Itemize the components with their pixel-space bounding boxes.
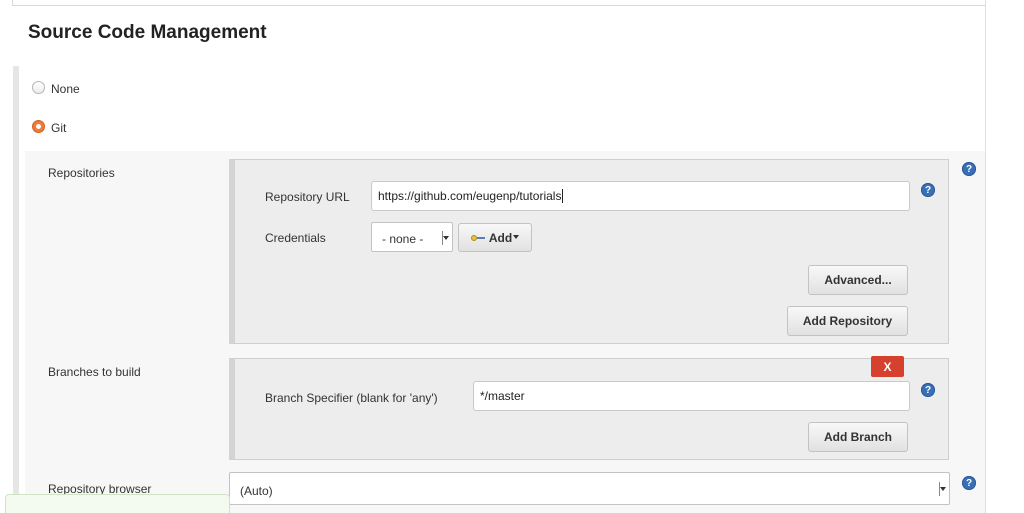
radio-git-icon[interactable] [32, 119, 45, 133]
repository-url-label: Repository URL [265, 190, 350, 204]
radio-none-icon[interactable] [32, 80, 45, 94]
repositories-help-icon[interactable]: ? [962, 162, 976, 176]
add-repository-button[interactable]: Add Repository [787, 306, 908, 336]
scm-option-none[interactable]: None [32, 78, 80, 96]
branch-specifier-help-icon[interactable]: ? [921, 383, 935, 397]
branch-specifier-input[interactable]: */master [473, 381, 910, 411]
repositories-label: Repositories [48, 166, 115, 180]
add-credentials-button[interactable]: Add [458, 223, 532, 252]
branch-specifier-value: */master [480, 389, 525, 403]
branch-specifier-label: Branch Specifier (blank for 'any') [265, 391, 438, 405]
dropdown-arrow-icon [513, 234, 520, 239]
select-arrow-icon [442, 231, 449, 245]
repository-browser-help-icon[interactable]: ? [962, 476, 976, 490]
credentials-select-value: - none - [382, 231, 424, 246]
add-credentials-label: Add [488, 230, 513, 245]
section-title: Source Code Management [28, 22, 267, 43]
credentials-select[interactable]: - none - [371, 222, 453, 252]
repository-url-input[interactable]: https://github.com/eugenp/tutorials [371, 181, 910, 211]
key-icon [470, 234, 485, 242]
select-arrow-icon [939, 482, 946, 496]
right-frame-line [985, 0, 986, 513]
credentials-label: Credentials [265, 231, 326, 245]
repository-browser-value: (Auto) [240, 483, 273, 498]
scm-option-git[interactable]: Git [32, 117, 66, 135]
scm-option-none-label: None [51, 82, 80, 96]
repository-url-value: https://github.com/eugenp/tutorials [378, 189, 562, 203]
advanced-button[interactable]: Advanced... [808, 265, 908, 295]
add-branch-button[interactable]: Add Branch [808, 422, 908, 452]
branches-label: Branches to build [48, 365, 141, 379]
delete-branch-button[interactable]: X [871, 356, 904, 377]
top-frame-line [12, 0, 986, 6]
repository-url-help-icon[interactable]: ? [921, 183, 935, 197]
section-indent-bar [13, 66, 19, 513]
text-cursor [562, 189, 564, 203]
bottom-overlay-box [5, 494, 230, 513]
scm-option-git-label: Git [51, 121, 67, 135]
repository-browser-select[interactable]: (Auto) [229, 472, 950, 505]
